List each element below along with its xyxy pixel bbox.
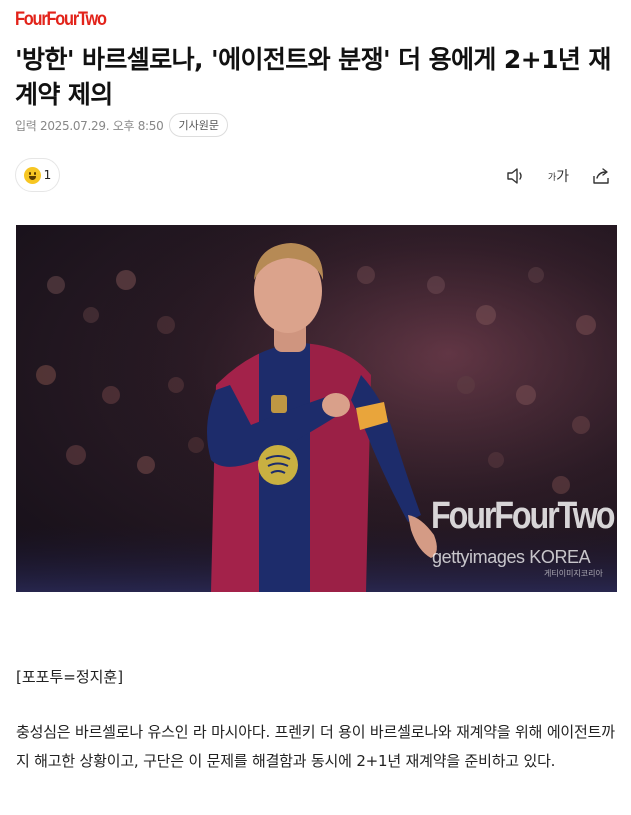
- publish-date: 입력 2025.07.29. 오후 8:50: [15, 118, 164, 133]
- article-title: '방한' 바르셀로나, '에이전트와 분쟁' 더 용에게 2+1년 재계약 제의: [15, 45, 611, 109]
- fourfourtwo-logo[interactable]: FourFourTwo: [15, 9, 107, 31]
- speaker-icon: [507, 168, 522, 184]
- article-body: 충성심은 바르셀로나 유스인 라 마시아다. 프렌키 더 용이 바르셀로나와 재…: [16, 723, 615, 770]
- original-article-button[interactable]: 기사원문: [169, 113, 228, 137]
- share-icon: [593, 168, 609, 184]
- article-meta: 입력 2025.07.29. 오후 8:50 기사원문: [15, 113, 228, 137]
- photo-credit: gettyimages KOREA: [432, 547, 591, 567]
- photo-watermark-brand: FourFourTwo: [431, 495, 615, 537]
- article-photo: FourFourTwo gettyimages KOREA 게티이미지코리아: [16, 225, 617, 592]
- photo-credit-small: 게티이미지코리아: [544, 569, 603, 578]
- font-size-large-label: 가: [556, 169, 569, 185]
- smile-emoji-icon: [23, 166, 41, 184]
- text-to-speech-button[interactable]: [506, 167, 526, 185]
- article-byline: [포포투=정지훈]: [16, 668, 124, 686]
- font-size-small-label: 가: [547, 172, 557, 183]
- article-tools: 가가: [506, 166, 611, 186]
- reaction-button[interactable]: 1: [15, 158, 60, 192]
- share-button[interactable]: [591, 167, 611, 185]
- reaction-count: 1: [43, 168, 52, 182]
- font-size-button[interactable]: 가가: [548, 166, 569, 186]
